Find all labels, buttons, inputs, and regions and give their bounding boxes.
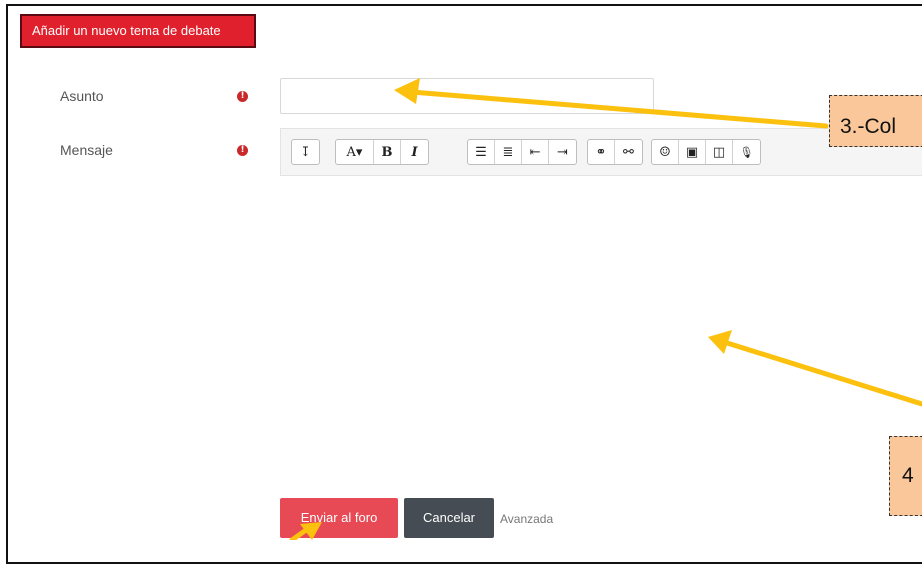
unordered-list-icon[interactable]: ☰ bbox=[468, 140, 495, 164]
toolbar-group-lists: ☰ ≣ ⇤ ⇥ bbox=[467, 139, 577, 165]
media-icon[interactable]: ◫ bbox=[706, 140, 733, 164]
image-icon[interactable]: ▣ bbox=[679, 140, 706, 164]
unlink-icon[interactable]: ⚯ bbox=[615, 140, 642, 164]
ordered-list-icon[interactable]: ≣ bbox=[495, 140, 522, 164]
toolbar-group-collapse: ↧ bbox=[291, 139, 320, 165]
outdent-icon[interactable]: ⇤ bbox=[522, 140, 549, 164]
annotation-callout-3: 3.-Col bbox=[829, 95, 922, 147]
bold-icon[interactable]: B bbox=[374, 140, 401, 164]
toolbar-group-links: ⚭ ⚯ bbox=[587, 139, 643, 165]
cancel-button[interactable]: Cancelar bbox=[404, 498, 494, 538]
advanced-link[interactable]: Avanzada bbox=[500, 512, 553, 526]
add-new-topic-button[interactable]: Añadir un nuevo tema de debate bbox=[20, 14, 256, 48]
subject-input[interactable] bbox=[280, 78, 654, 114]
annotation-callout-4: 4 bbox=[889, 436, 922, 516]
message-textarea[interactable] bbox=[280, 176, 922, 486]
record-audio-icon[interactable]: 🎙 bbox=[733, 140, 760, 164]
message-label: Mensaje bbox=[60, 142, 113, 158]
send-to-forum-button[interactable]: Enviar al foro bbox=[280, 498, 398, 538]
link-icon[interactable]: ⚭ bbox=[588, 140, 615, 164]
toolbar-group-insert: ☺ ▣ ◫ 🎙 bbox=[651, 139, 761, 165]
toolbar-group-text: A▾ B I bbox=[335, 139, 429, 165]
emoji-icon[interactable]: ☺ bbox=[652, 140, 679, 164]
italic-icon[interactable]: I bbox=[401, 140, 428, 164]
editor-toolbar: ↧ A▾ B I ☰ ≣ ⇤ ⇥ ⚭ ⚯ ☺ ▣ ◫ 🎙 bbox=[280, 128, 922, 176]
required-icon: ! bbox=[237, 91, 248, 102]
required-icon: ! bbox=[237, 145, 248, 156]
message-editor: ↧ A▾ B I ☰ ≣ ⇤ ⇥ ⚭ ⚯ ☺ ▣ ◫ 🎙 bbox=[280, 128, 922, 488]
subject-label: Asunto bbox=[60, 88, 104, 104]
font-size-icon[interactable]: A▾ bbox=[336, 140, 374, 164]
indent-icon[interactable]: ⇥ bbox=[549, 140, 576, 164]
collapse-icon[interactable]: ↧ bbox=[292, 140, 319, 164]
